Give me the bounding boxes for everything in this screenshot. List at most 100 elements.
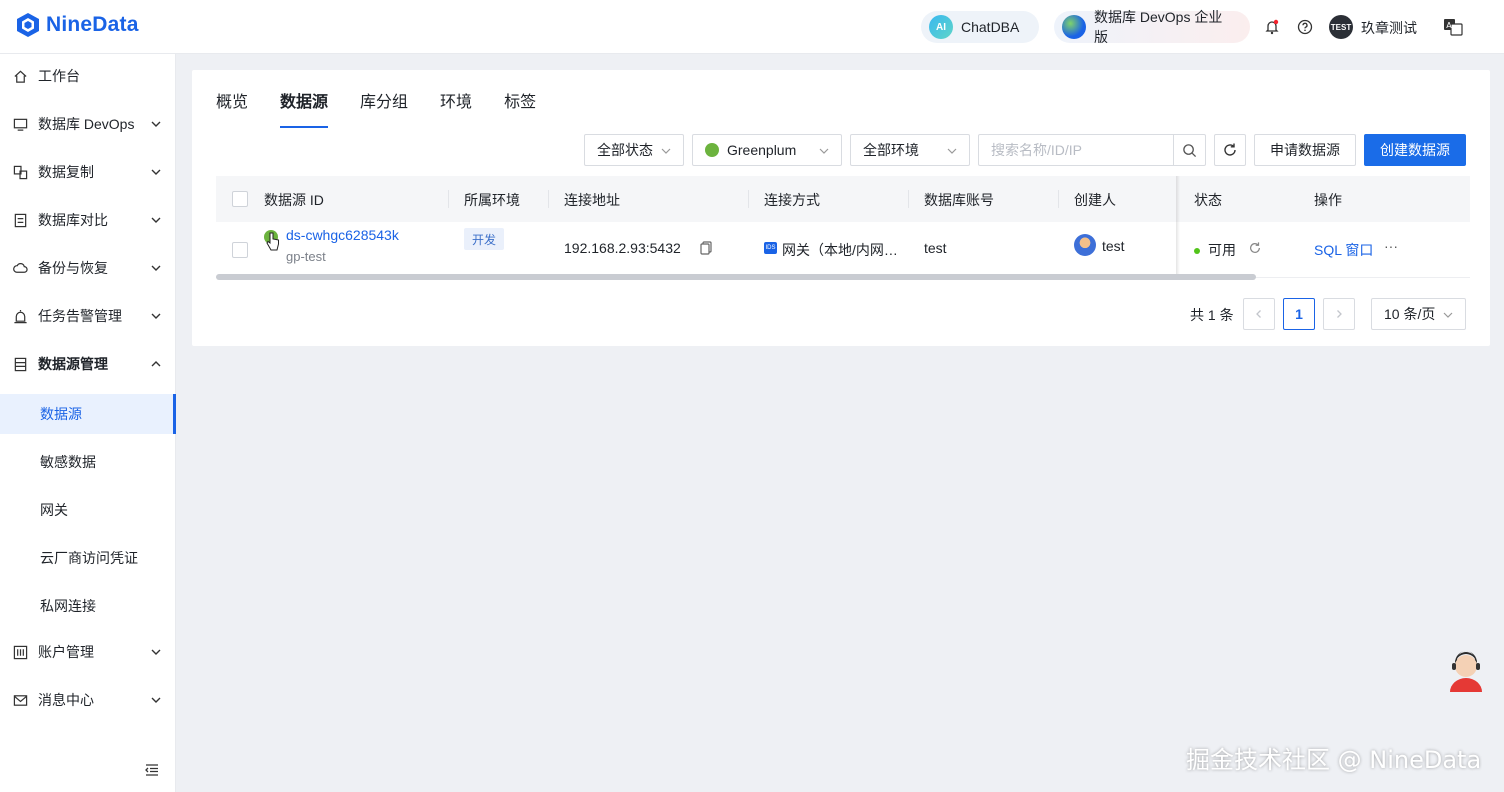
chevron-down-icon (661, 148, 671, 154)
sidebar-item-messages[interactable]: 消息中心 (0, 680, 176, 720)
sidebar-item-devops[interactable]: 数据库 DevOps (0, 104, 176, 144)
refresh-icon (1224, 143, 1236, 156)
replicate-icon (12, 164, 28, 180)
environment-select[interactable]: 全部环境 (850, 134, 970, 166)
creator-avatar (1074, 234, 1096, 256)
row-checkbox[interactable] (232, 242, 248, 258)
sidebar-item-label: 数据库对比 (38, 212, 108, 228)
sql-window-link[interactable]: SQL 窗口 (1314, 240, 1373, 260)
gateway-icon: IDS (764, 242, 777, 254)
sidebar-subitem-gateway[interactable]: 网关 (0, 490, 176, 530)
chevron-right-icon (1337, 310, 1342, 318)
globe-icon (1062, 15, 1086, 39)
column-header-id: 数据源 ID (264, 192, 324, 208)
apply-datasource-button[interactable]: 申请数据源 (1254, 134, 1356, 166)
environment-select-value: 全部环境 (863, 142, 919, 158)
db-type-select[interactable]: Greenplum (692, 134, 842, 166)
language-switch-icon[interactable]: A (1443, 17, 1463, 37)
chevron-down-icon (151, 697, 161, 703)
horizontal-scrollbar[interactable] (216, 274, 1256, 280)
datasource-icon (12, 356, 28, 372)
sidebar-item-account[interactable]: 账户管理 (0, 632, 176, 672)
sidebar-item-compare[interactable]: 数据库对比 (0, 200, 176, 240)
chatdba-label: ChatDBA (961, 19, 1020, 35)
chevron-up-icon (151, 361, 161, 367)
sidebar-subitem-datasource[interactable]: 数据源 (0, 394, 176, 434)
sidebar-item-replication[interactable]: 数据复制 (0, 152, 176, 192)
compare-icon (12, 212, 28, 228)
creator-name: test (1102, 238, 1125, 254)
datasource-panel: 概览 数据源 库分组 环境 标签 全部状态 Greenplum 全部环境 申请数… (192, 70, 1490, 346)
search-icon[interactable] (1173, 135, 1205, 165)
svg-text:A: A (1446, 21, 1452, 30)
more-actions-icon[interactable]: ··· (1384, 238, 1398, 254)
search-input[interactable] (979, 135, 1169, 165)
sidebar-item-alarm[interactable]: 任务告警管理 (0, 296, 176, 336)
monitor-icon (12, 116, 28, 132)
page-number-button[interactable]: 1 (1283, 298, 1315, 330)
logo[interactable]: NineData (16, 12, 139, 38)
home-icon (12, 68, 28, 84)
sidebar-subitem-private-link[interactable]: 私网连接 (0, 586, 176, 626)
sidebar-subitem-sensitive-data[interactable]: 敏感数据 (0, 442, 176, 482)
sidebar-subitem-cloud-credentials[interactable]: 云厂商访问凭证 (0, 538, 176, 578)
create-datasource-button[interactable]: 创建数据源 (1364, 134, 1466, 166)
chatdba-button[interactable]: AI ChatDBA (921, 11, 1039, 43)
status-text: 可用 (1208, 242, 1236, 258)
user-name[interactable]: 玖章测试 (1361, 18, 1417, 38)
ninedata-logo-icon (17, 13, 39, 37)
column-header-status: 状态 (1194, 192, 1222, 208)
pagination-total: 共 1 条 (1190, 307, 1234, 323)
chevron-down-icon (151, 313, 161, 319)
watermark: 掘金技术社区 @ NineData (1186, 746, 1482, 774)
page-size-select[interactable]: 10 条/页 (1371, 298, 1466, 330)
search-box (978, 134, 1206, 166)
tab-db-group[interactable]: 库分组 (360, 88, 408, 128)
devops-edition-button[interactable]: 数据库 DevOps 企业版 (1054, 9, 1250, 45)
chevron-down-icon (819, 148, 829, 154)
tab-tags[interactable]: 标签 (504, 88, 536, 128)
sidebar-item-label: 工作台 (38, 68, 80, 84)
notification-bell-icon[interactable] (1262, 17, 1282, 37)
tab-datasource[interactable]: 数据源 (280, 88, 329, 128)
chevron-down-icon (151, 265, 161, 271)
sidebar-item-workbench[interactable]: 工作台 (0, 56, 176, 96)
top-bar: NineData AI ChatDBA 数据库 DevOps 企业版 TEST … (0, 0, 1504, 54)
column-divider (548, 190, 549, 208)
sidebar-item-label: 账户管理 (38, 644, 94, 660)
page-size-value: 10 条/页 (1384, 306, 1436, 322)
status-select[interactable]: 全部状态 (584, 134, 684, 166)
chevron-left-icon (1256, 310, 1261, 318)
sidebar-item-backup[interactable]: 备份与恢复 (0, 248, 176, 288)
status-select-value: 全部状态 (597, 142, 653, 158)
datasource-id-link[interactable]: ds-cwhgc628543k (286, 227, 399, 243)
refresh-status-icon[interactable] (1248, 241, 1262, 258)
db-type-select-value: Greenplum (727, 142, 797, 158)
help-icon[interactable] (1295, 17, 1315, 37)
tab-overview[interactable]: 概览 (216, 88, 248, 128)
select-all-checkbox[interactable] (232, 191, 248, 207)
column-divider (448, 190, 449, 208)
tab-bar: 概览 数据源 库分组 环境 标签 (216, 88, 568, 128)
table-header: 数据源 ID 所属环境 连接地址 连接方式 数据库账号 创建人 状态 操作 (216, 176, 1470, 222)
chevron-down-icon (151, 121, 161, 127)
copy-icon[interactable] (700, 241, 712, 258)
sidebar-item-datasource-management[interactable]: 数据源管理 (0, 344, 176, 384)
collapse-sidebar-icon[interactable] (144, 762, 160, 778)
chevron-down-icon (151, 217, 161, 223)
prev-page-button[interactable] (1243, 298, 1275, 330)
refresh-button[interactable] (1214, 134, 1246, 166)
next-page-button[interactable] (1323, 298, 1355, 330)
mail-icon (12, 692, 28, 708)
column-header-account: 数据库账号 (924, 192, 994, 208)
customer-service-icon[interactable] (1446, 648, 1486, 692)
greenplum-icon (705, 143, 719, 157)
user-avatar[interactable]: TEST (1329, 15, 1353, 39)
sidebar-item-label: 数据库 DevOps (38, 116, 135, 132)
brand-name: NineData (46, 13, 139, 36)
tab-environment[interactable]: 环境 (440, 88, 472, 128)
connection-method: 网关（本地/内网… (782, 242, 898, 258)
sidebar-item-label: 数据源管理 (38, 356, 108, 372)
chatdba-ai-icon: AI (929, 15, 953, 39)
environment-tag: 开发 (464, 228, 505, 250)
